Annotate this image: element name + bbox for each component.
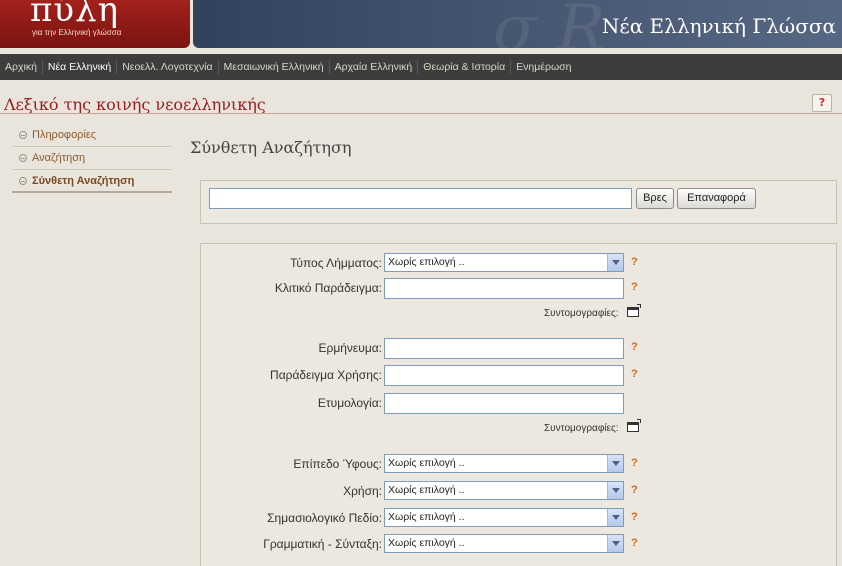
nav-item-medieval-greek[interactable]: Μεσαιωνική Ελληνική xyxy=(219,60,330,74)
nav-item-theory-history[interactable]: Θεωρία & Ιστορία xyxy=(418,60,512,74)
sidebar-item-label: Πληροφορίες xyxy=(32,129,97,141)
help-button[interactable]: ? xyxy=(812,94,832,112)
banner-title: Νέα Ελληνική Γλώσσα xyxy=(601,14,836,38)
page-title: Σύνθετη Αναζήτηση xyxy=(190,138,352,157)
banner-watermark: σ R xyxy=(493,0,606,48)
logo-text: πύλη xyxy=(30,0,119,30)
semantic-field-select[interactable]: Χωρίς επιλογή .. xyxy=(384,508,624,527)
search-panel: Βρες Επαναφορά xyxy=(200,180,837,224)
usage-example-field[interactable] xyxy=(384,365,624,386)
row-usage: Χρήση: Χωρίς επιλογή .. ? xyxy=(201,481,838,502)
etymology-field[interactable] xyxy=(384,393,624,414)
search-input[interactable] xyxy=(209,188,632,209)
style-level-label: Επίπεδο Ύφους: xyxy=(293,457,382,471)
help-icon[interactable]: ? xyxy=(631,537,638,549)
style-level-select[interactable]: Χωρίς επιλογή .. xyxy=(384,454,624,473)
row-grammar-syntax: Γραμματική - Σύνταξη: Χωρίς επιλογή .. ? xyxy=(201,534,838,555)
row-semantic-field: Σημασιολογικό Πεδίο: Χωρίς επιλογή .. ? xyxy=(201,508,838,529)
row-meaning: Ερμήνευμα: ? xyxy=(201,338,838,359)
title-divider xyxy=(0,113,842,114)
chevron-down-icon[interactable] xyxy=(607,482,623,499)
chevron-down-icon[interactable] xyxy=(607,254,623,271)
reset-button[interactable]: Επαναφορά xyxy=(677,188,756,209)
sidebar: Πληροφορίες Αναζήτηση Σύνθετη Αναζήτηση xyxy=(12,124,172,193)
site-logo[interactable]: πύλη για την Ελληνική γλώσσα xyxy=(0,0,190,48)
abbreviations-link[interactable]: Συντομογραφίες: xyxy=(544,304,641,319)
usage-label: Χρήση: xyxy=(343,484,382,498)
row-style-level: Επίπεδο Ύφους: Χωρίς επιλογή .. ? xyxy=(201,454,838,475)
row-entry-type: Τύπος Λήμματος: Χωρίς επιλογή .. ? xyxy=(201,253,838,274)
meaning-field[interactable] xyxy=(384,338,624,359)
semantic-field-label: Σημασιολογικό Πεδίο: xyxy=(267,511,382,525)
nav-item-home[interactable]: Αρχική xyxy=(0,60,43,74)
sidebar-item-label: Σύνθετη Αναζήτηση xyxy=(32,174,135,187)
nav-item-ancient-greek[interactable]: Αρχαία Ελληνική xyxy=(330,60,419,74)
entry-type-value: Χωρίς επιλογή .. xyxy=(388,256,465,268)
sidebar-item-info[interactable]: Πληροφορίες xyxy=(12,124,172,147)
inflection-example-label: Κλιτικό Παράδειγμα: xyxy=(274,281,382,295)
popup-window-icon xyxy=(627,419,641,432)
sidebar-item-label: Αναζήτηση xyxy=(32,152,86,164)
nav-item-modern-literature[interactable]: Νεοελλ. Λογοτεχνία xyxy=(117,60,219,74)
row-inflection-example: Κλιτικό Παράδειγμα: ? xyxy=(201,278,838,299)
style-level-value: Χωρίς επιλογή .. xyxy=(388,457,465,469)
row-usage-example: Παράδειγμα Χρήσης: ? xyxy=(201,365,838,386)
sidebar-item-search[interactable]: Αναζήτηση xyxy=(12,147,172,170)
usage-select[interactable]: Χωρίς επιλογή .. xyxy=(384,481,624,500)
help-icon[interactable]: ? xyxy=(631,484,638,496)
bullet-icon xyxy=(19,131,27,139)
grammar-syntax-select[interactable]: Χωρίς επιλογή .. xyxy=(384,534,624,553)
abbreviations-link[interactable]: Συντομογραφίες: xyxy=(544,419,641,434)
bullet-icon xyxy=(19,154,27,162)
logo-subtitle: για την Ελληνική γλώσσα xyxy=(32,28,122,37)
usage-value: Χωρίς επιλογή .. xyxy=(388,484,465,496)
inflection-example-field[interactable] xyxy=(384,278,624,299)
site-header: πύλη για την Ελληνική γλώσσα σ R Νέα Ελλ… xyxy=(0,0,842,50)
help-icon[interactable]: ? xyxy=(631,368,638,380)
semantic-field-value: Χωρίς επιλογή .. xyxy=(388,511,465,523)
help-icon[interactable]: ? xyxy=(631,256,638,268)
bullet-icon xyxy=(19,176,27,185)
section-banner: σ R Νέα Ελληνική Γλώσσα xyxy=(193,0,842,48)
popup-window-icon xyxy=(627,304,641,317)
chevron-down-icon[interactable] xyxy=(607,455,623,472)
help-icon[interactable]: ? xyxy=(631,341,638,353)
help-icon[interactable]: ? xyxy=(631,281,638,293)
row-etymology: Ετυμολογία: xyxy=(201,393,838,414)
main-nav: Αρχική Νέα Ελληνική Νεοελλ. Λογοτεχνία Μ… xyxy=(0,54,842,80)
advanced-search-form: Τύπος Λήμματος: Χωρίς επιλογή .. ? Κλιτι… xyxy=(200,243,837,566)
find-button[interactable]: Βρες xyxy=(636,188,674,209)
usage-example-label: Παράδειγμα Χρήσης: xyxy=(270,368,382,382)
entry-type-label: Τύπος Λήμματος: xyxy=(290,256,382,270)
dictionary-title: Λεξικό της κοινής νεοελληνικής xyxy=(4,95,266,114)
nav-item-modern-greek[interactable]: Νέα Ελληνική xyxy=(43,60,118,74)
abbreviations-label: Συντομογραφίες: xyxy=(544,308,619,319)
abbreviations-label: Συντομογραφίες: xyxy=(544,423,619,434)
sidebar-item-advanced-search[interactable]: Σύνθετη Αναζήτηση xyxy=(12,170,172,193)
etymology-label: Ετυμολογία: xyxy=(317,396,382,410)
meaning-label: Ερμήνευμα: xyxy=(318,341,382,355)
help-icon[interactable]: ? xyxy=(631,511,638,523)
entry-type-select[interactable]: Χωρίς επιλογή .. xyxy=(384,253,624,272)
grammar-syntax-value: Χωρίς επιλογή .. xyxy=(388,537,465,549)
chevron-down-icon[interactable] xyxy=(607,535,623,552)
help-icon[interactable]: ? xyxy=(631,457,638,469)
nav-item-news[interactable]: Ενημέρωση xyxy=(511,60,576,74)
chevron-down-icon[interactable] xyxy=(607,509,623,526)
grammar-syntax-label: Γραμματική - Σύνταξη: xyxy=(263,537,382,551)
